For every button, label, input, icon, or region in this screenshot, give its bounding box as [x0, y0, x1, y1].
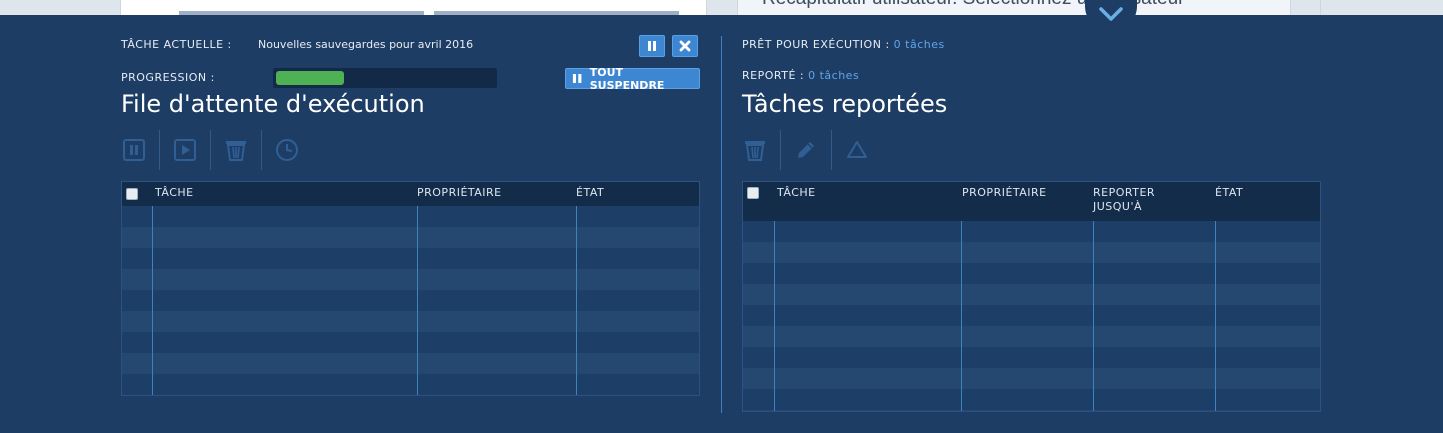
pause-selected-button[interactable]	[121, 137, 147, 163]
empty-table-row	[122, 311, 699, 332]
clock-icon	[276, 139, 298, 161]
column-divider	[961, 221, 962, 411]
suspend-all-label: TOUT SUSPENDRE	[589, 65, 665, 92]
queue-toolbar	[121, 130, 300, 170]
column-divider	[1093, 221, 1094, 411]
close-icon	[679, 40, 691, 52]
empty-table-row	[743, 263, 1320, 284]
progress-bar	[273, 68, 497, 88]
execution-queue-table: TÂCHE PROPRIÉTAIRE ÉTAT	[121, 181, 700, 396]
empty-table-row	[743, 221, 1320, 242]
postponed-toolbar	[742, 130, 870, 170]
postponed-label: REPORTÉ :	[742, 69, 805, 82]
empty-table-row	[743, 347, 1320, 368]
select-all-checkbox[interactable]	[747, 187, 759, 199]
panel-divider	[721, 36, 722, 413]
pause-current-button[interactable]	[639, 35, 665, 57]
pencil-icon	[798, 142, 814, 158]
empty-table-row	[122, 248, 699, 269]
postponed-tasks-table: TÂCHE PROPRIÉTAIRE REPORTER JUSQU'À ÉTAT	[742, 181, 1321, 412]
toolbar-separator	[780, 130, 781, 170]
empty-table-row	[122, 353, 699, 374]
column-divider	[774, 221, 775, 411]
run-postponed-button[interactable]	[844, 137, 870, 163]
progress-fill	[276, 71, 344, 85]
empty-table-row	[122, 374, 699, 395]
empty-table-row	[122, 227, 699, 248]
ready-status: PRÊT POUR EXÉCUTION : 0 tâches	[742, 38, 945, 51]
empty-table-row	[743, 368, 1320, 389]
trash-icon	[226, 141, 246, 161]
play-icon	[174, 139, 196, 161]
pause-icon	[123, 139, 145, 161]
empty-table-row	[122, 206, 699, 227]
toolbar-separator	[831, 130, 832, 170]
toolbar-separator	[261, 130, 262, 170]
empty-table-row	[743, 389, 1320, 410]
table-header: TÂCHE PROPRIÉTAIRE REPORTER JUSQU'À ÉTAT	[743, 182, 1320, 221]
cancel-current-button[interactable]	[672, 35, 698, 57]
empty-table-row	[122, 290, 699, 311]
column-state[interactable]: ÉTAT	[576, 186, 604, 200]
empty-table-row	[743, 305, 1320, 326]
empty-table-row	[122, 269, 699, 290]
column-postpone-until[interactable]: REPORTER JUSQU'À	[1093, 186, 1183, 214]
table-header: TÂCHE PROPRIÉTAIRE ÉTAT	[122, 182, 699, 206]
schedule-selected-button[interactable]	[274, 137, 300, 163]
empty-table-row	[743, 326, 1320, 347]
postponed-count-link[interactable]: 0 tâches	[808, 69, 859, 82]
execution-queue-title: File d'attente d'exécution	[121, 90, 425, 118]
delete-selected-button[interactable]	[223, 137, 249, 163]
postponed-status: REPORTÉ : 0 tâches	[742, 69, 859, 82]
ready-label: PRÊT POUR EXÉCUTION :	[742, 38, 890, 51]
column-state[interactable]: ÉTAT	[1215, 186, 1243, 200]
column-divider	[1215, 221, 1216, 411]
chevron-down-icon	[1099, 7, 1123, 21]
column-owner[interactable]: PROPRIÉTAIRE	[417, 186, 502, 200]
edit-postponed-button[interactable]	[793, 137, 819, 163]
column-divider	[576, 206, 577, 395]
column-owner[interactable]: PROPRIÉTAIRE	[962, 186, 1047, 200]
delete-postponed-button[interactable]	[742, 137, 768, 163]
column-task[interactable]: TÂCHE	[155, 186, 194, 200]
empty-table-row	[122, 332, 699, 353]
empty-table-row	[122, 395, 699, 396]
ready-count-link[interactable]: 0 tâches	[894, 38, 945, 51]
column-divider	[417, 206, 418, 395]
resume-selected-button[interactable]	[172, 137, 198, 163]
trash-icon	[745, 141, 765, 161]
toolbar-separator	[210, 130, 211, 170]
current-task-label: TÂCHE ACTUELLE :	[121, 38, 232, 51]
triangle-icon	[847, 141, 867, 158]
empty-table-row	[743, 242, 1320, 263]
empty-table-row	[743, 410, 1320, 411]
select-all-checkbox[interactable]	[126, 188, 138, 200]
background-edge	[1320, 0, 1321, 15]
pause-icon	[572, 74, 582, 83]
empty-table-row	[743, 284, 1320, 305]
postponed-tasks-title: Tâches reportées	[742, 90, 948, 118]
column-task[interactable]: TÂCHE	[777, 186, 816, 200]
progress-label: PROGRESSION :	[121, 71, 215, 84]
toolbar-separator	[159, 130, 160, 170]
background-page	[0, 0, 1443, 15]
pause-icon	[648, 41, 656, 51]
background-card-left	[120, 0, 707, 15]
column-divider	[152, 206, 153, 395]
current-task-value: Nouvelles sauvegardes pour avril 2016	[258, 38, 474, 51]
suspend-all-button[interactable]: TOUT SUSPENDRE	[565, 65, 700, 92]
